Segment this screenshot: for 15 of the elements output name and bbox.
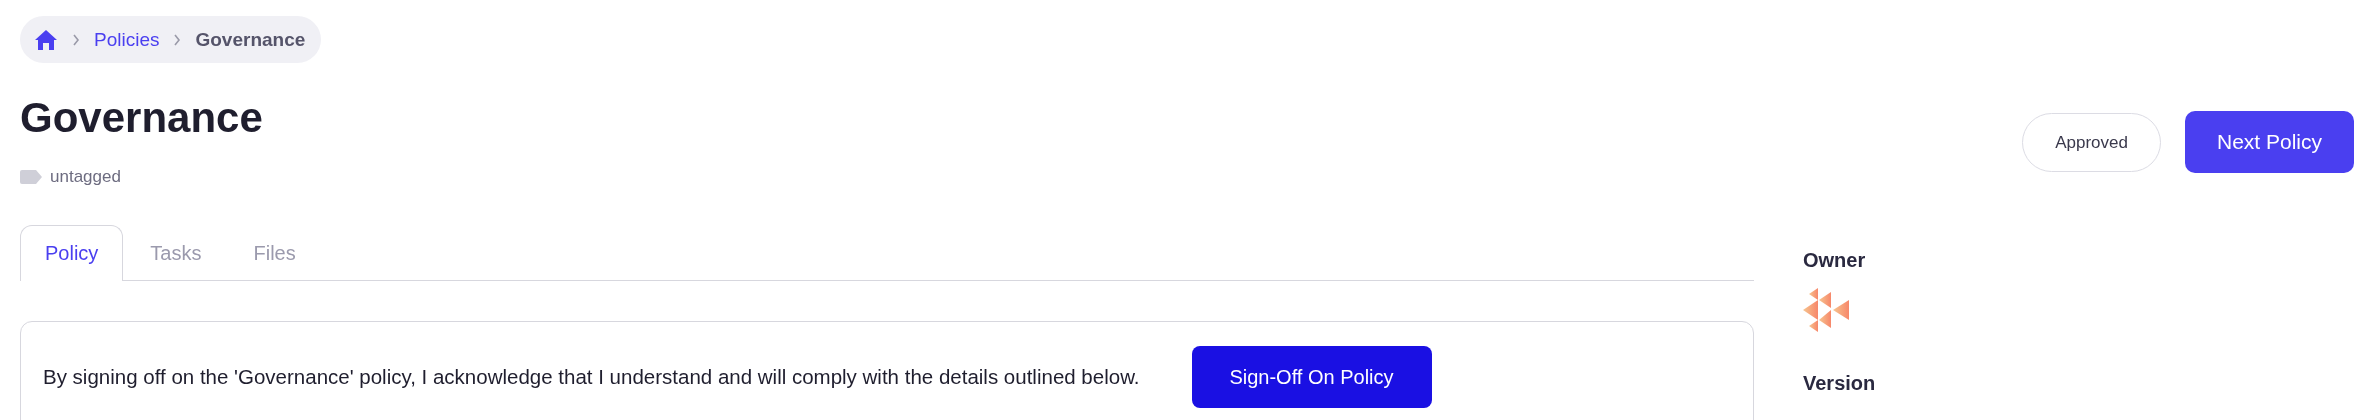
avatar-icon — [1803, 288, 1851, 332]
next-policy-button[interactable]: Next Policy — [2184, 111, 2354, 173]
breadcrumb-current: Governance — [195, 28, 306, 51]
chevron-icon — [173, 33, 182, 46]
breadcrumb-link[interactable]: Policies — [94, 28, 160, 51]
chevron-icon — [72, 33, 80, 46]
owner-label: Owner — [1803, 249, 1867, 272]
version-label: Version — [1803, 372, 1877, 395]
tag-label: untagged — [50, 167, 121, 187]
page-title: Governance — [20, 93, 264, 143]
notice-text: By signing off on the 'Governance' policy, I acknowledge that I understand and will comply with the details outlined below. — [43, 364, 1140, 390]
tab[interactable]: Policy — [20, 225, 124, 281]
sign-off-button[interactable]: Sign-Off On Policy — [1191, 346, 1432, 408]
home-icon[interactable] — [34, 28, 58, 51]
tag-icon — [20, 170, 42, 184]
